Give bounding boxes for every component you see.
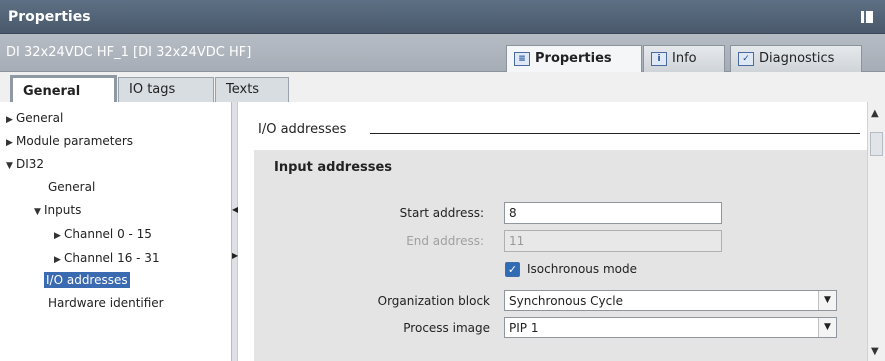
end-address-label: End address: bbox=[406, 234, 484, 248]
end-address-field: 11 bbox=[504, 230, 722, 252]
dropdown-arrow-icon[interactable]: ▼ bbox=[818, 318, 836, 337]
organization-block-select[interactable]: Synchronous Cycle ▼ bbox=[504, 290, 837, 311]
scroll-up-icon[interactable]: ▲ bbox=[871, 108, 879, 119]
collapse-down-icon[interactable]: ▼ bbox=[6, 156, 16, 176]
tab-general-label: General bbox=[23, 84, 81, 99]
tree-item-hardware-identifier[interactable]: Hardware identifier bbox=[48, 293, 164, 314]
scrollbar-thumb[interactable] bbox=[870, 132, 883, 156]
tab-general[interactable]: General bbox=[10, 75, 117, 103]
section-divider bbox=[370, 133, 860, 134]
tree-item-di32[interactable]: ▼ DI32 bbox=[6, 154, 44, 175]
dock-pin-icon[interactable] bbox=[861, 11, 873, 23]
tab-texts-label: Texts bbox=[226, 82, 260, 97]
isochronous-checkbox[interactable]: ✓ bbox=[505, 262, 520, 277]
tree-item-di32-general[interactable]: General bbox=[48, 177, 95, 198]
tree-item-module-parameters[interactable]: ▶ Module parameters bbox=[6, 131, 133, 152]
title-bar: Properties bbox=[0, 0, 885, 34]
diagnostics-icon: ✓ bbox=[738, 52, 754, 66]
tab-info[interactable]: i Info bbox=[643, 45, 725, 72]
process-image-value: PIP 1 bbox=[509, 321, 539, 335]
organization-block-label: Organization block bbox=[377, 294, 490, 308]
window-title: Properties bbox=[8, 9, 91, 25]
inspector-header: DI 32x24VDC HF_1 [DI 32x24VDC HF] ≡ Prop… bbox=[0, 34, 885, 72]
isochronous-label: Isochronous mode bbox=[527, 262, 637, 276]
tab-diagnostics[interactable]: ✓ Diagnostics bbox=[730, 45, 862, 72]
navigation-tree: ▶ General ▶ Module parameters ▼ DI32 Genera… bbox=[0, 102, 232, 361]
organization-block-value: Synchronous Cycle bbox=[509, 294, 623, 308]
tab-properties-label: Properties bbox=[535, 51, 612, 66]
tab-properties[interactable]: ≡ Properties bbox=[506, 45, 642, 72]
expand-right-icon[interactable]: ▶ bbox=[54, 226, 64, 246]
tree-item-channel-16-31[interactable]: ▶ Channel 16 - 31 bbox=[54, 248, 160, 269]
expand-right-icon[interactable]: ▶ bbox=[6, 133, 16, 153]
group-title: Input addresses bbox=[274, 160, 393, 175]
device-name: DI 32x24VDC HF_1 [DI 32x24VDC HF] bbox=[6, 45, 252, 60]
properties-content: I/O addresses Input addresses Start addr… bbox=[238, 102, 867, 361]
tree-item-io-addresses[interactable]: I/O addresses bbox=[44, 270, 130, 291]
section-title: I/O addresses bbox=[258, 122, 347, 137]
vertical-scrollbar[interactable]: ▲ ▼ bbox=[867, 102, 885, 361]
info-icon: i bbox=[651, 52, 667, 66]
process-image-select[interactable]: PIP 1 ▼ bbox=[504, 317, 837, 338]
input-addresses-group: Input addresses Start address: 8 End add… bbox=[254, 150, 867, 361]
tree-item-general[interactable]: ▶ General bbox=[6, 108, 63, 129]
tab-io-tags-label: IO tags bbox=[129, 82, 176, 97]
properties-icon: ≡ bbox=[514, 52, 530, 66]
tab-diagnostics-label: Diagnostics bbox=[759, 51, 835, 66]
tree-item-inputs[interactable]: ▼ Inputs bbox=[34, 200, 81, 221]
tab-info-label: Info bbox=[672, 51, 697, 66]
expand-right-icon[interactable]: ▶ bbox=[6, 110, 16, 130]
start-address-label: Start address: bbox=[399, 206, 484, 220]
start-address-field[interactable]: 8 bbox=[504, 202, 722, 224]
collapse-down-icon[interactable]: ▼ bbox=[34, 202, 44, 222]
expand-right-icon[interactable]: ▶ bbox=[54, 250, 64, 270]
tree-item-channel-0-15[interactable]: ▶ Channel 0 - 15 bbox=[54, 224, 152, 245]
tab-texts[interactable]: Texts bbox=[215, 77, 289, 102]
dropdown-arrow-icon[interactable]: ▼ bbox=[818, 291, 836, 310]
process-image-label: Process image bbox=[403, 321, 490, 335]
scroll-down-icon[interactable]: ▼ bbox=[871, 346, 879, 357]
section-tabs: General IO tags Texts bbox=[0, 72, 885, 103]
tab-io-tags[interactable]: IO tags bbox=[118, 77, 214, 102]
